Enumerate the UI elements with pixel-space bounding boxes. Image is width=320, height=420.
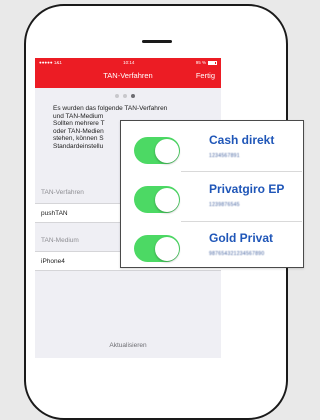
account-number: 987654321234567890 [209,251,265,257]
message-line: und TAN-Medium [53,112,104,120]
toggle-knob [154,236,179,261]
account-selection-popup: Cash direkt 1234567891 Privatgiro EP 123… [120,120,304,268]
speaker-slot [142,40,172,43]
account-toggle[interactable] [134,186,180,213]
account-number: 1234567891 [209,153,240,159]
account-row[interactable]: Privatgiro EP 1239876545 [121,170,302,218]
carrier-signal: ●●●●● 1&1 [39,60,62,65]
account-toggle[interactable] [134,137,180,164]
account-number: 1239876545 [209,202,240,208]
battery-percent: 95 % [195,60,206,65]
refresh-button[interactable]: Aktualisieren [35,342,221,349]
account-toggle[interactable] [134,235,180,262]
account-name: Gold Privat [209,231,274,245]
page-dot[interactable] [123,94,127,98]
account-name: Cash direkt [209,133,275,147]
toggle-knob [154,138,179,163]
carrier-label: ●●●●● 1&1 [39,60,62,65]
nav-title: TAN-Verfahren [103,71,153,80]
battery-status: 95 % [196,60,217,65]
page-dot[interactable] [115,94,119,98]
message-line: Es wurden das folgende TAN-Verfahren [53,105,168,112]
account-name: Privatgiro EP [209,182,285,196]
account-row[interactable]: Gold Privat 987654321234567890 [121,219,302,267]
toggle-knob [154,187,179,212]
battery-icon [207,60,217,65]
status-time: 10:14 [123,60,135,65]
done-button[interactable]: Fertig [196,71,215,80]
account-row[interactable]: Cash direkt 1234567891 [121,121,302,169]
navigation-bar: ●●●●● 1&1 10:14 95 % TAN-Verfahren Ferti… [35,58,221,88]
status-bar: ●●●●● 1&1 10:14 95 % [35,58,221,67]
page-dot-active[interactable] [131,94,135,98]
page-indicator[interactable] [115,94,135,98]
